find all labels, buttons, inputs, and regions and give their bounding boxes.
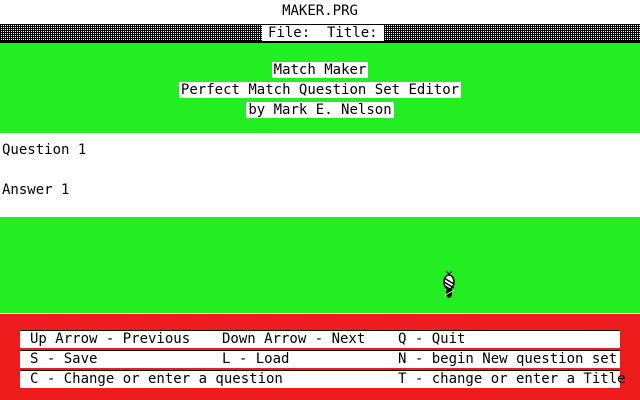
help-quit: Q - Quit <box>398 331 466 347</box>
app-name: Match Maker <box>271 62 369 78</box>
help-save: S - Save <box>30 351 98 367</box>
file-title-label: File: Title: <box>262 25 384 41</box>
help-next: Down Arrow - Next <box>222 331 366 347</box>
answer-label[interactable]: Answer 1 <box>2 182 69 198</box>
help-panel: Up Arrow - Previous Down Arrow - Next Q … <box>0 314 640 400</box>
app-subtitle: Perfect Match Question Set Editor <box>178 82 462 98</box>
file-title-bar: File: Title: <box>0 24 640 43</box>
help-load: L - Load <box>222 351 290 367</box>
work-area <box>0 217 640 313</box>
help-previous: Up Arrow - Previous <box>30 331 191 347</box>
help-change-title: T - change or enter a Title <box>398 371 626 387</box>
help-new-set: N - begin New question set <box>398 351 618 367</box>
app-author: by Mark E. Nelson <box>246 102 394 118</box>
question-answer-area[interactable] <box>0 133 640 217</box>
help-row: S - Save L - Load N - begin New question… <box>20 350 620 368</box>
help-row: C - Change or enter a question T - chang… <box>20 370 626 388</box>
question-label[interactable]: Question 1 <box>2 142 86 158</box>
help-row: Up Arrow - Previous Down Arrow - Next Q … <box>20 330 620 348</box>
busy-bee-cursor-icon <box>440 270 458 300</box>
help-change-question: C - Change or enter a question <box>30 371 283 387</box>
window-title: MAKER.PRG <box>282 3 358 19</box>
